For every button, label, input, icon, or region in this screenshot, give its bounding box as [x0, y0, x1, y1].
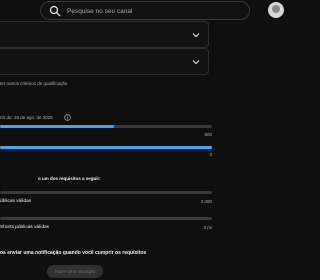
requirement-label-1: úblicas válidas [0, 199, 32, 204]
top-bar [0, 0, 284, 23]
chevron-down-icon[interactable] [192, 58, 200, 66]
avatar[interactable] [268, 2, 284, 18]
notify-text: os enviar uma notificação quando você cu… [0, 250, 147, 256]
criteria-link[interactable]: ter outros critérios de qualificação [0, 81, 67, 86]
requirement-value-1: 3.000 [200, 199, 212, 204]
chevron-down-icon[interactable] [192, 31, 200, 39]
progress-fill-1 [0, 125, 115, 128]
search-icon[interactable] [49, 5, 61, 17]
requirement-value-2: 3 mi [203, 225, 212, 230]
date-label: rtir de: 26 de ago. de 2025 [0, 115, 53, 120]
collapsible-section-2[interactable] [0, 48, 209, 75]
requirement-label-2: Shorts públicas válidas [0, 225, 50, 230]
search-input[interactable] [65, 3, 239, 20]
info-icon[interactable] [64, 114, 71, 121]
requirement-track-2 [0, 217, 212, 220]
progress-fill-2 [0, 146, 212, 149]
requirements-heading: o um dos requisitos a seguir: [38, 176, 101, 181]
progress-value-1: 500 [204, 132, 212, 137]
requirement-track-1 [0, 191, 212, 194]
search-box[interactable] [40, 1, 250, 20]
subscribe-button[interactable]: Fazer uma inscrição [47, 265, 103, 278]
progress-value-2: 3 [209, 152, 212, 157]
collapsible-section-1[interactable] [0, 21, 209, 48]
